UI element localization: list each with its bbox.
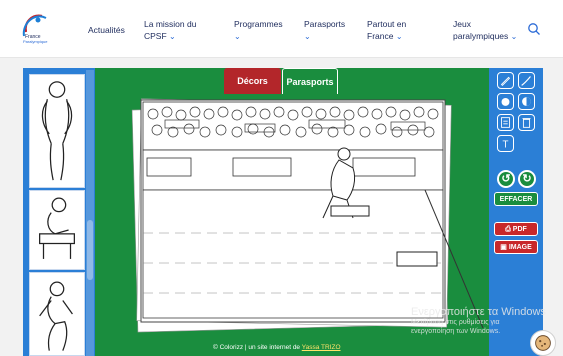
nav-jeux-paralympiques[interactable]: Jeux paralympiques ⌄ — [453, 18, 525, 43]
tab-decors[interactable]: Décors — [224, 68, 281, 94]
svg-text:Paralympique: Paralympique — [23, 39, 48, 44]
tab-parasports[interactable]: Parasports — [282, 68, 338, 94]
cookie-settings-button[interactable] — [530, 330, 556, 356]
site-header: France Paralympique Actualités La missio… — [0, 0, 563, 58]
france-paralympique-logo[interactable]: France Paralympique — [18, 10, 58, 48]
thumbnail-runner[interactable] — [29, 272, 85, 356]
activation-line1: Μετάβαση στις ρυθμίσεις για — [411, 319, 500, 326]
thumbnail-wheelchair-athlete[interactable] — [29, 190, 85, 270]
sticker-tool-icon[interactable] — [497, 114, 514, 131]
image-label: IMAGE — [508, 244, 532, 251]
credit-link[interactable]: Yassa TRIZO — [302, 344, 341, 351]
activation-line2: ενεργοποίηση των Windows. — [411, 328, 501, 335]
pdf-button[interactable]: ⎙ PDF — [494, 222, 538, 236]
chevron-down-icon: ⌄ — [169, 32, 176, 41]
redo-icon[interactable]: ↻ — [518, 170, 536, 188]
image-button[interactable]: ▣ IMAGE — [494, 240, 538, 254]
nav-parasports[interactable]: Parasports ⌄ — [304, 18, 345, 43]
svg-text:T: T — [503, 139, 509, 150]
scrollbar-thumb[interactable] — [87, 220, 93, 280]
windows-activation-notice: Ενεργοποιήστε τα Windows Μετάβαση στις ρ… — [411, 306, 546, 336]
search-icon[interactable] — [527, 22, 541, 36]
nav-label: Jeux paralympiques — [453, 19, 509, 41]
thumbnail-scrollbar[interactable] — [86, 70, 94, 356]
effacer-button[interactable]: EFFACER — [494, 192, 538, 206]
chevron-down-icon: ⌄ — [234, 32, 241, 41]
nav-partout-en-france[interactable]: Partout en France ⌄ — [367, 18, 427, 43]
chevron-down-icon: ⌄ — [304, 32, 311, 41]
chevron-down-icon: ⌄ — [510, 32, 518, 41]
brush-tool-icon[interactable] — [518, 72, 535, 89]
print-icon: ⎙ — [505, 226, 511, 233]
nav-label: Parasports — [304, 19, 346, 29]
nav-actualites[interactable]: Actualités — [88, 24, 125, 36]
thumbnail-swimmer[interactable] — [29, 74, 85, 188]
credit-prefix: © Colorizz | un site internet de — [213, 344, 301, 351]
fill-tool-icon[interactable] — [497, 93, 514, 110]
pdf-label: PDF — [512, 226, 527, 233]
text-tool-icon[interactable]: T — [497, 135, 514, 152]
chevron-down-icon: ⌄ — [395, 32, 403, 41]
image-icon: ▣ — [500, 244, 507, 251]
trash-tool-icon[interactable] — [518, 114, 535, 131]
nav-label: Programmes — [234, 19, 283, 29]
nav-label: Actualités — [88, 25, 125, 35]
activation-title: Ενεργοποιήστε τα Windows — [411, 306, 546, 318]
gradient-tool-icon[interactable] — [518, 93, 535, 110]
thumbnail-panel — [23, 68, 95, 356]
credit-text: © Colorizz | un site internet de Yassa T… — [213, 344, 341, 351]
nav-programmes[interactable]: Programmes ⌄ — [234, 18, 283, 43]
undo-icon[interactable]: ↺ — [497, 170, 515, 188]
nav-mission[interactable]: La mission du CPSF ⌄ — [144, 18, 214, 43]
pen-tool-icon[interactable] — [497, 72, 514, 89]
